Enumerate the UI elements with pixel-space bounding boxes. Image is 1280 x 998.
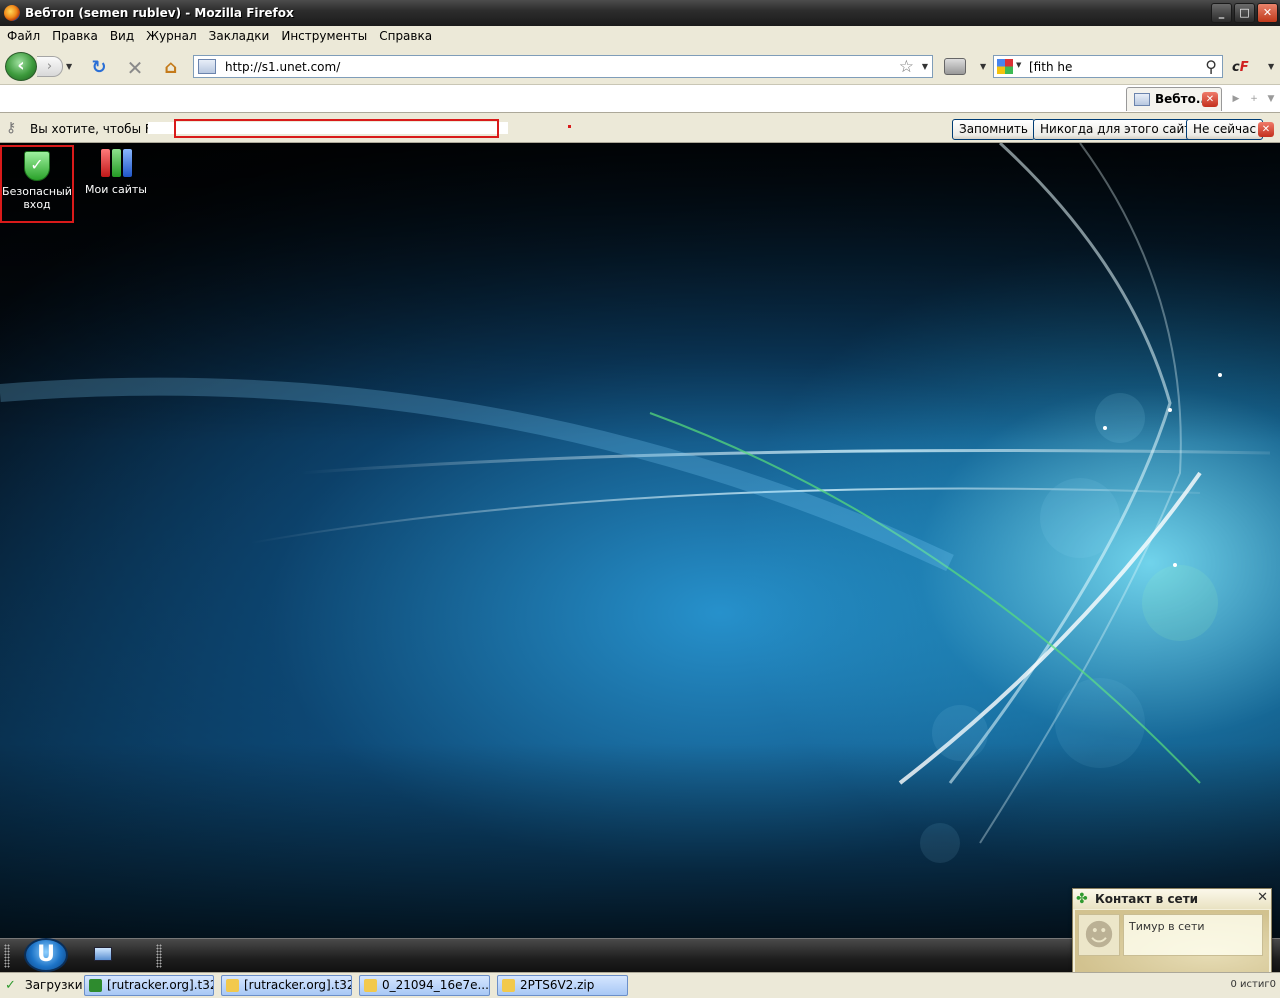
search-engine-dropdown-icon[interactable]: ▼ [1016, 61, 1021, 69]
desktop-icon-my-sites[interactable]: Мои сайты [79, 145, 153, 223]
grip-handle-icon[interactable] [156, 944, 162, 968]
downloads-label[interactable]: Загрузки [25, 978, 83, 992]
window-controls: _ □ ✕ [1211, 3, 1278, 23]
taskbar-item[interactable]: [rutracker.org].t32... [84, 975, 214, 996]
bookmark-star-icon[interactable]: ☆ [899, 57, 914, 77]
tab-webtop[interactable]: Вебто.. ✕ [1126, 87, 1222, 111]
home-icon[interactable]: ⌂ [161, 58, 181, 78]
taskbar-item[interactable]: [rutracker.org].t32... [221, 975, 352, 996]
tray-text: 0 истиг0 [1230, 979, 1276, 990]
menu-history[interactable]: Журнал [141, 29, 202, 43]
stop-icon[interactable]: ✕ [125, 58, 145, 78]
folder-icon [364, 979, 377, 992]
contact-online-popup[interactable]: ✤ Контакт в сети ✕ ☻ Тимур в сети [1072, 888, 1272, 984]
folder-icon [502, 979, 515, 992]
popup-header: ✤ Контакт в сети ✕ [1073, 889, 1271, 909]
taskbar-item[interactable]: 2PTS6V2.zip [497, 975, 628, 996]
popup-message-box: Тимур в сети [1123, 914, 1263, 956]
popup-title: Контакт в сети [1095, 892, 1199, 906]
addon-cf-icon[interactable]: cF [1232, 60, 1249, 75]
show-desktop-icon[interactable] [94, 947, 112, 961]
folder-icon [226, 979, 239, 992]
google-icon[interactable] [997, 59, 1013, 74]
never-for-this-site-button[interactable]: Никогда для этого сайта [1033, 119, 1206, 140]
popup-message: Тимур в сети [1129, 920, 1205, 933]
highlight-box [174, 119, 499, 138]
notification-close-icon[interactable]: ✕ [1258, 122, 1274, 137]
taskbar-item[interactable]: 0_21094_16e7e... [359, 975, 490, 996]
bookmarks-toolbar [0, 84, 1280, 110]
history-dropdown-icon[interactable]: ▼ [66, 62, 72, 71]
url-dropdown-icon[interactable]: ▼ [922, 62, 928, 71]
minimize-button[interactable]: _ [1211, 3, 1232, 23]
menu-bookmarks[interactable]: Закладки [204, 29, 275, 43]
close-button[interactable]: ✕ [1257, 3, 1278, 23]
search-input[interactable]: [fith he [1029, 60, 1072, 74]
back-button[interactable]: ‹ [5, 52, 37, 81]
not-now-button[interactable]: Не сейчас [1186, 119, 1264, 140]
windows-taskbar: ✓ Загрузки [rutracker.org].t32... [rutra… [0, 972, 1280, 998]
window-title: Вебтоп (semen rublev) - Mozilla Firefox [25, 6, 294, 20]
downloads-icon[interactable]: ✓ [5, 978, 16, 993]
key-icon: ⚷ [6, 120, 17, 136]
search-bar[interactable]: ▼ [fith he ⚲ [993, 55, 1223, 78]
menu-tools[interactable]: Инструменты [276, 29, 372, 43]
popup-close-icon[interactable]: ✕ [1257, 890, 1268, 905]
clover-icon: ✤ [1076, 891, 1088, 907]
forward-button[interactable]: › [37, 56, 63, 77]
firefox-icon [4, 5, 20, 21]
menu-bar: Файл Правка Вид Журнал Закладки Инструме… [0, 26, 1280, 46]
url-bar[interactable]: http://s1.unet.com/ ☆ ▼ [193, 55, 933, 78]
menu-edit[interactable]: Правка [47, 29, 103, 43]
utorrent-icon [89, 979, 102, 992]
tab-list-icon[interactable]: ▼ [1264, 91, 1278, 107]
tab-favicon-icon [1134, 93, 1150, 106]
search-icon[interactable]: ⚲ [1205, 57, 1217, 76]
webtop-desktop[interactable] [0, 143, 1280, 938]
webtop-start-button[interactable]: U [24, 938, 68, 972]
new-tab-icon[interactable]: + [1247, 91, 1261, 107]
menu-view[interactable]: Вид [105, 29, 139, 43]
site-favicon-icon [198, 59, 216, 74]
toolbar-overflow-icon[interactable]: ▼ [1268, 62, 1274, 71]
url-text[interactable]: http://s1.unet.com/ [225, 60, 340, 74]
window-titlebar[interactable]: Вебтоп (semen rublev) - Mozilla Firefox … [0, 0, 1280, 26]
navigation-toolbar: ‹ › ▼ ↻ ✕ ⌂ http://s1.unet.com/ ☆ ▼ ▼ ▼ … [0, 46, 1280, 84]
desktop-icon-label: Мои сайты [85, 183, 147, 196]
wallpaper-light-streaks [0, 143, 1271, 863]
tab-close-icon[interactable]: ✕ [1202, 92, 1218, 107]
desktop-icon-secure-login[interactable]: ✓ Безопасный вход [0, 145, 74, 223]
folders-icon [99, 149, 133, 179]
menu-file[interactable]: Файл [2, 29, 45, 43]
shield-check-icon: ✓ [24, 151, 50, 181]
screenshot-camera-icon[interactable] [944, 58, 966, 75]
tab-label: Вебто.. [1155, 92, 1205, 106]
menu-help[interactable]: Справка [374, 29, 437, 43]
annotation-dot [568, 125, 571, 128]
password-notification-bar: ⚷ Вы хотите, чтобы Firefox Запомнить Ник… [0, 112, 1280, 143]
reload-icon[interactable]: ↻ [89, 58, 109, 78]
desktop-icon-label: Безопасный вход [2, 185, 72, 211]
avatar: ☻ [1078, 914, 1120, 956]
remember-button[interactable]: Запомнить [952, 119, 1035, 140]
grip-handle-icon[interactable] [4, 944, 10, 968]
maximize-button[interactable]: □ [1234, 3, 1255, 23]
tab-scroll-right-icon[interactable]: ▶ [1229, 91, 1243, 107]
camera-dropdown-icon[interactable]: ▼ [980, 62, 986, 71]
